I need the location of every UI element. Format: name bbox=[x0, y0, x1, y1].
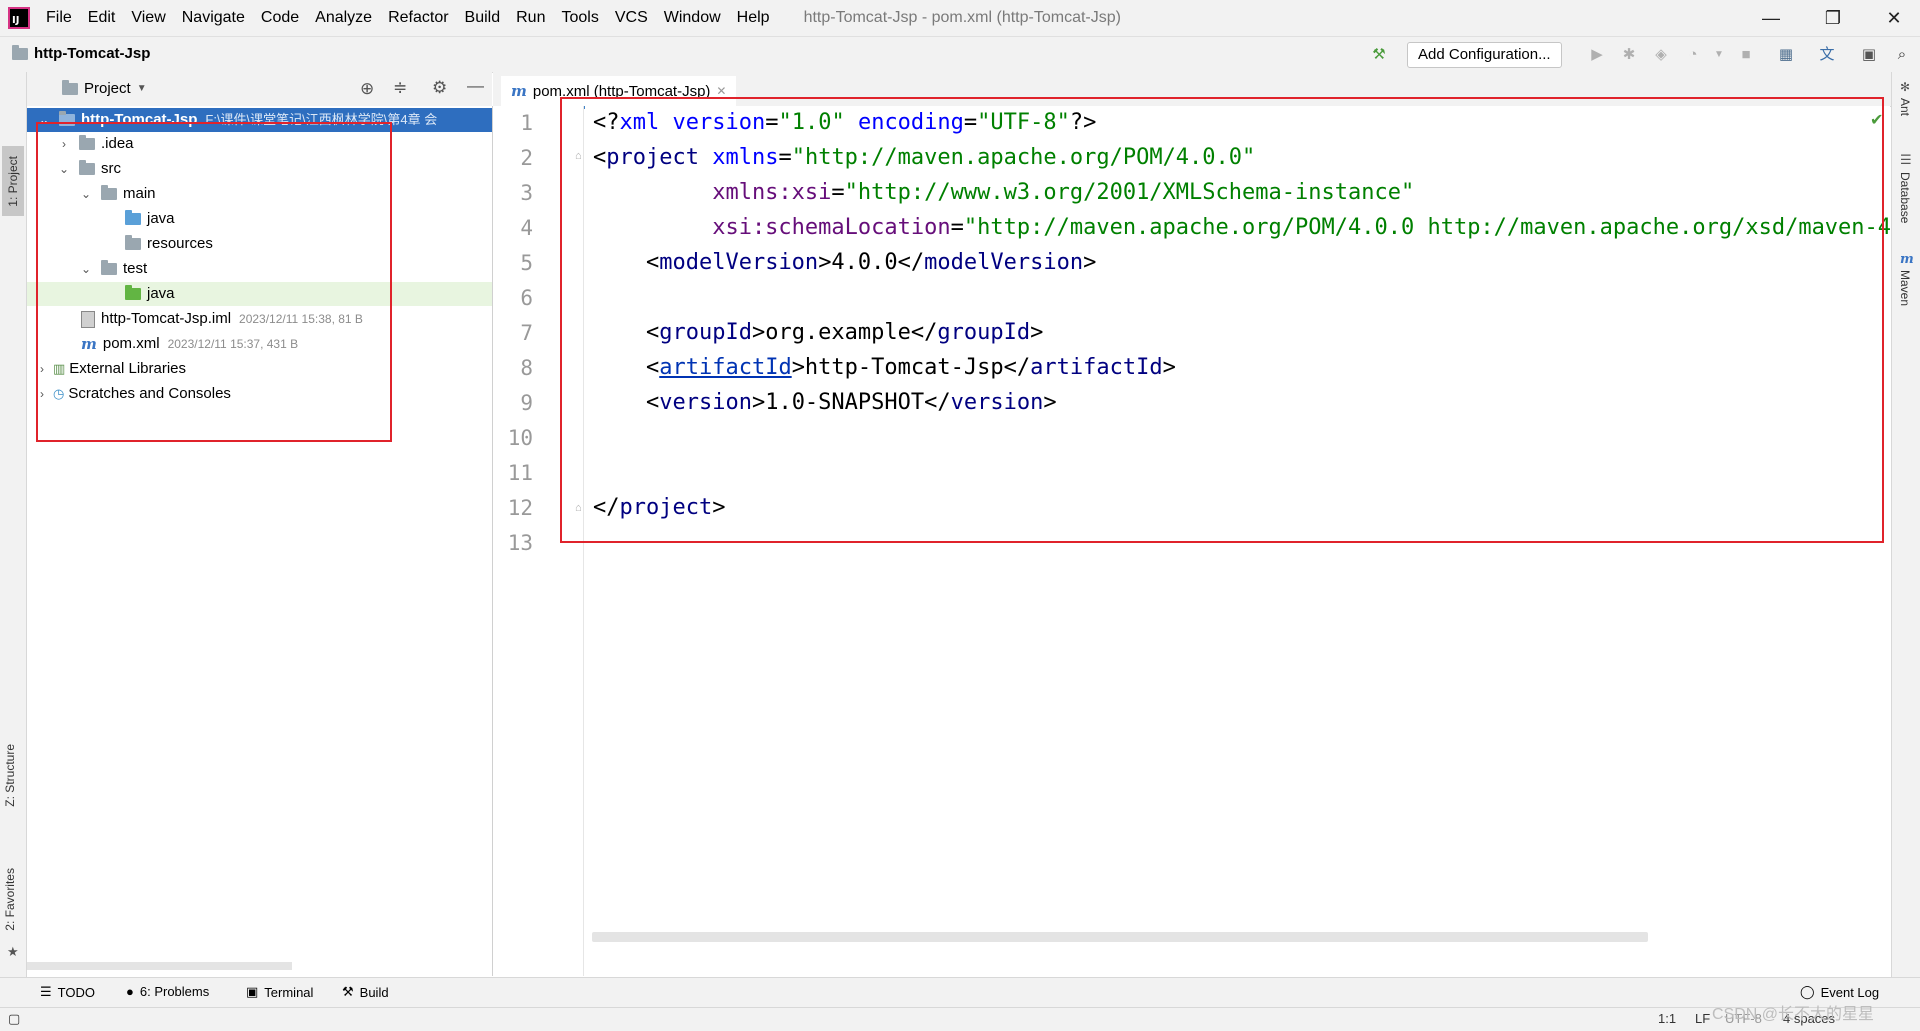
tab-label: Event Log bbox=[1820, 984, 1880, 1000]
search-icon[interactable]: ⌕ bbox=[1893, 46, 1911, 64]
breadcrumb[interactable]: http-Tomcat-Jsp bbox=[12, 44, 150, 62]
tool-tab-todo[interactable]: ☰ TODO bbox=[40, 984, 95, 1000]
locate-icon[interactable]: ⊕ bbox=[360, 79, 374, 99]
line-number: 12 bbox=[507, 496, 533, 520]
database-icon: ☰ bbox=[1900, 152, 1912, 167]
menu-view[interactable]: View bbox=[123, 0, 173, 36]
line-number: 4 bbox=[520, 216, 533, 240]
line-number: 6 bbox=[520, 286, 533, 310]
minimize-button[interactable]: — bbox=[1745, 0, 1797, 36]
hide-panel-icon[interactable]: — bbox=[467, 76, 484, 96]
tool-tab-favorites[interactable]: 2: Favorites bbox=[3, 868, 17, 931]
project-panel-title: Project bbox=[84, 80, 131, 97]
tool-tab-terminal[interactable]: ▣ Terminal bbox=[246, 984, 313, 1000]
tool-tab-maven[interactable]: Maven bbox=[1898, 270, 1912, 306]
menu-tools[interactable]: Tools bbox=[553, 0, 606, 36]
navigation-toolbar: http-Tomcat-Jsp ⚒ Add Configuration... ▶… bbox=[0, 37, 1920, 73]
bottom-tool-tabs: ☰ TODO ● 6: Problems ▣ Terminal ⚒ Build ◯ Eve… bbox=[0, 977, 1920, 1008]
window-title: http-Tomcat-Jsp - pom.xml (http-Tomcat-J… bbox=[803, 9, 1121, 26]
intellij-logo-icon: IJ bbox=[8, 7, 30, 29]
tool-tab-event-log[interactable]: ◯ Event Log bbox=[1800, 984, 1879, 1000]
project-panel-header: Project ▼ ⊕ ≑ ⚙ — bbox=[27, 72, 492, 107]
add-configuration-button[interactable]: Add Configuration... bbox=[1407, 42, 1562, 68]
tool-tab-database[interactable]: Database bbox=[1898, 172, 1912, 223]
menu-help[interactable]: Help bbox=[729, 0, 778, 36]
chevron-down-icon[interactable]: ▼ bbox=[1710, 46, 1728, 64]
project-tab-label: 1: Project bbox=[6, 155, 20, 207]
line-number: 9 bbox=[520, 391, 533, 415]
line-number: 7 bbox=[520, 321, 533, 345]
coverage-icon[interactable]: ◈ bbox=[1652, 46, 1670, 64]
line-number: 11 bbox=[507, 461, 533, 485]
stop-icon[interactable]: ■ bbox=[1737, 46, 1755, 64]
line-number: 2 bbox=[520, 146, 533, 170]
translate-icon[interactable]: 文 bbox=[1818, 46, 1836, 64]
project-horizontal-scrollbar[interactable] bbox=[27, 962, 292, 970]
maven-file-icon: m bbox=[511, 82, 527, 100]
build-hammer-icon[interactable]: ⚒ bbox=[1370, 46, 1388, 64]
menu-window[interactable]: Window bbox=[656, 0, 729, 36]
tab-label: TODO bbox=[57, 984, 95, 1000]
project-view-icon bbox=[62, 79, 78, 95]
menu-vcs[interactable]: VCS bbox=[607, 0, 656, 36]
restore-button[interactable]: ❐ bbox=[1807, 0, 1859, 36]
star-icon: ★ bbox=[7, 944, 19, 959]
line-number: 5 bbox=[520, 251, 533, 275]
menu-file[interactable]: File bbox=[38, 0, 80, 36]
collapse-all-icon[interactable]: ≑ bbox=[393, 78, 407, 98]
project-structure-icon[interactable]: ▦ bbox=[1777, 46, 1795, 64]
breadcrumb-project[interactable]: http-Tomcat-Jsp bbox=[34, 45, 150, 62]
run-icon[interactable]: ▶ bbox=[1588, 46, 1606, 64]
close-button[interactable]: ✕ bbox=[1868, 0, 1920, 36]
left-tool-stripe: 1: Project Z: Structure 2: Favorites ★ bbox=[0, 72, 27, 977]
menu-code[interactable]: Code bbox=[253, 0, 307, 36]
tool-tab-build[interactable]: ⚒ Build bbox=[342, 984, 389, 1000]
line-separator[interactable]: LF bbox=[1695, 1011, 1710, 1026]
line-number: 13 bbox=[507, 531, 533, 555]
line-number: 8 bbox=[520, 356, 533, 380]
folder-icon bbox=[12, 44, 28, 60]
menu-refactor[interactable]: Refactor bbox=[380, 0, 456, 36]
chevron-down-icon: ▼ bbox=[136, 83, 147, 94]
right-tool-stripe: ✻ Ant ☰ Database m Maven bbox=[1891, 72, 1920, 977]
ant-icon: ✻ bbox=[1900, 80, 1911, 94]
project-view-selector[interactable]: Project ▼ bbox=[62, 79, 147, 97]
tool-tab-problems[interactable]: ● 6: Problems bbox=[126, 984, 209, 999]
gear-icon[interactable]: ⚙ bbox=[432, 78, 447, 98]
line-number: 3 bbox=[520, 181, 533, 205]
menu-navigate[interactable]: Navigate bbox=[174, 0, 253, 36]
menu-run[interactable]: Run bbox=[508, 0, 553, 36]
tab-label: Terminal bbox=[264, 984, 314, 1000]
menu-edit[interactable]: Edit bbox=[80, 0, 124, 36]
tool-tab-structure[interactable]: Z: Structure bbox=[3, 744, 17, 807]
terminal-icon: ▣ bbox=[246, 984, 259, 999]
debug-icon[interactable]: ✱ bbox=[1620, 46, 1638, 64]
menu-analyze[interactable]: Analyze bbox=[307, 0, 380, 36]
status-bar: ▢ 1:1 LF UTF-8 4 spaces bbox=[0, 1007, 1920, 1031]
event-log-icon: ◯ bbox=[1800, 984, 1815, 999]
caret-position[interactable]: 1:1 bbox=[1658, 1011, 1676, 1026]
problems-icon: ● bbox=[126, 984, 134, 999]
hammer-icon: ⚒ bbox=[342, 984, 354, 999]
close-tab-icon[interactable]: ✕ bbox=[716, 84, 726, 98]
tab-label: 6: Problems bbox=[139, 984, 210, 999]
tool-tab-ant[interactable]: Ant bbox=[1898, 98, 1912, 116]
highlight-box-code bbox=[560, 97, 1884, 543]
watermark: CSDN @长不大的星星 bbox=[1712, 1006, 1875, 1023]
tool-window-toggle-icon[interactable]: ▢ bbox=[8, 1011, 20, 1027]
line-number: 1 bbox=[520, 111, 533, 135]
tab-label: Build bbox=[359, 984, 389, 1000]
list-icon: ☰ bbox=[40, 984, 52, 999]
menu-build[interactable]: Build bbox=[457, 0, 509, 36]
presentation-icon[interactable]: ▣ bbox=[1860, 46, 1878, 64]
editor-horizontal-scrollbar[interactable] bbox=[592, 932, 1648, 942]
line-number: 10 bbox=[507, 426, 533, 450]
menu-bar: IJ File Edit View Navigate Code Analyze … bbox=[0, 0, 1920, 37]
profile-icon[interactable]: ◔ bbox=[1684, 46, 1702, 64]
tool-tab-project[interactable]: 1: Project bbox=[2, 146, 24, 216]
highlight-box-project-tree bbox=[36, 122, 392, 442]
maven-icon: m bbox=[1900, 252, 1914, 267]
